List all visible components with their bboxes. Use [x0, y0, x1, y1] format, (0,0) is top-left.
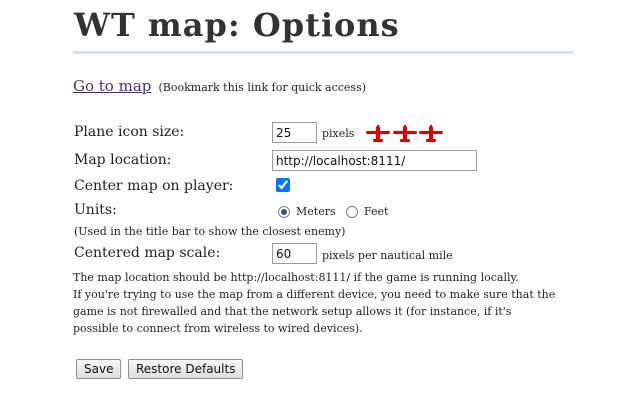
- plane-icon-preview: [366, 125, 443, 142]
- map-scale-input[interactable]: [272, 243, 317, 264]
- map-scale-unit: pixels per nautical mile: [322, 249, 453, 262]
- radio-button-icon[interactable]: [278, 205, 290, 218]
- plane-icon-size-unit: pixels: [322, 127, 355, 140]
- save-button[interactable]: Save: [76, 359, 122, 379]
- map-scale-label: Centered map scale:: [74, 245, 221, 261]
- title-divider: [73, 51, 573, 54]
- map-location-input[interactable]: [272, 150, 477, 171]
- info-line: game is not firewalled and that the netw…: [73, 305, 512, 318]
- goto-row: Go to map (Bookmark this link for quick …: [73, 76, 366, 95]
- units-note: (Used in the title bar to show the close…: [74, 225, 346, 238]
- plane-icon-size-label: Plane icon size:: [74, 124, 185, 140]
- info-line: possible to connect from wireless to wir…: [73, 322, 363, 335]
- radio-button-icon[interactable]: [346, 205, 358, 218]
- units-feet-radio[interactable]: Feet: [346, 205, 388, 218]
- info-text: The map location should be http://localh…: [73, 269, 593, 337]
- info-line: The map location should be http://localh…: [73, 271, 519, 284]
- plane-icon: [419, 125, 443, 142]
- units-meters-label: Meters: [296, 205, 336, 218]
- options-page: WT map: Options Go to map (Bookmark this…: [0, 0, 640, 400]
- info-line: If you're trying to use the map from a d…: [73, 288, 556, 301]
- go-to-map-link[interactable]: Go to map: [73, 77, 151, 95]
- plane-icon: [393, 125, 417, 142]
- plane-icon-size-input[interactable]: [272, 122, 317, 143]
- restore-defaults-button[interactable]: Restore Defaults: [128, 359, 244, 379]
- page-title: WT map: Options: [74, 6, 400, 44]
- units-meters-radio[interactable]: Meters: [278, 205, 336, 218]
- units-feet-label: Feet: [364, 205, 389, 218]
- map-location-label: Map location:: [74, 152, 172, 168]
- plane-icon: [366, 125, 390, 142]
- center-map-label: Center map on player:: [74, 178, 234, 194]
- bookmark-note: (Bookmark this link for quick access): [158, 81, 367, 94]
- center-map-checkbox[interactable]: [276, 178, 290, 192]
- units-label: Units:: [74, 202, 117, 218]
